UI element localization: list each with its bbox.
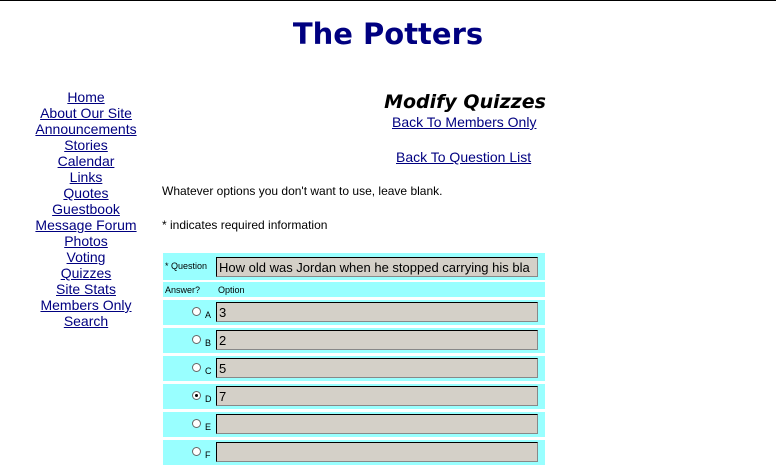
option-input-b[interactable]: 2 [216,330,538,350]
answer-radio-a[interactable] [192,307,201,316]
nav-link-members-only[interactable]: Members Only [28,297,144,313]
answer-radio-f[interactable] [192,447,201,456]
nav-link-links[interactable]: Links [28,169,144,185]
option-input-d[interactable]: 7 [216,386,538,406]
blank-options-note: Whatever options you don't want to use, … [162,184,443,198]
options-header-row: Answer? Option [163,282,545,297]
nav-link-quizzes[interactable]: Quizzes [28,265,144,281]
nav-link-voting[interactable]: Voting [28,249,144,265]
option-letter-f: F [205,450,211,460]
answer-radio-b[interactable] [192,335,201,344]
option-input-e[interactable] [216,414,538,434]
option-input-f[interactable] [216,442,538,462]
answer-column-header: Answer? [165,285,201,295]
answer-radio-d[interactable] [192,391,201,400]
option-letter-b: B [205,338,212,348]
nav-link-announcements[interactable]: Announcements [28,121,144,137]
question-input[interactable]: How old was Jordan when he stopped carry… [216,257,538,277]
nav-link-photos[interactable]: Photos [28,233,144,249]
nav-link-quotes[interactable]: Quotes [28,185,144,201]
option-letter-e: E [205,422,212,432]
option-letter-c: C [205,366,212,376]
option-row-f: F [163,440,545,465]
option-input-c[interactable]: 5 [216,358,538,378]
question-label: * Question [165,261,208,271]
option-row-e: E [163,412,545,437]
option-input-a[interactable]: 3 [216,302,538,322]
answer-radio-c[interactable] [192,363,201,372]
option-row-d: D 7 [163,384,545,409]
back-to-members-link[interactable]: Back To Members Only [392,114,536,130]
option-letter-a: A [205,310,212,320]
nav-link-stories[interactable]: Stories [28,137,144,153]
option-letter-d: D [205,394,212,404]
back-to-question-list-link[interactable]: Back To Question List [396,149,531,165]
site-title: The Potters [292,17,484,51]
nav-link-site-stats[interactable]: Site Stats [28,281,144,297]
option-row-b: B 2 [163,328,545,353]
option-row-c: C 5 [163,356,545,381]
sidebar-nav: Home About Our Site Announcements Storie… [28,89,144,329]
nav-link-search[interactable]: Search [28,313,144,329]
nav-link-calendar[interactable]: Calendar [28,153,144,169]
nav-link-message-forum[interactable]: Message Forum [28,217,144,233]
top-border [0,0,776,1]
answer-radio-e[interactable] [192,419,201,428]
option-column-header: Option [218,285,245,295]
nav-link-guestbook[interactable]: Guestbook [28,201,144,217]
nav-link-home[interactable]: Home [28,89,144,105]
question-row: * Question How old was Jordan when he st… [163,253,545,280]
nav-link-about[interactable]: About Our Site [28,105,144,121]
required-info-note: * indicates required information [162,218,328,232]
option-row-a: A 3 [163,300,545,325]
page-title: Modify Quizzes [384,91,546,113]
